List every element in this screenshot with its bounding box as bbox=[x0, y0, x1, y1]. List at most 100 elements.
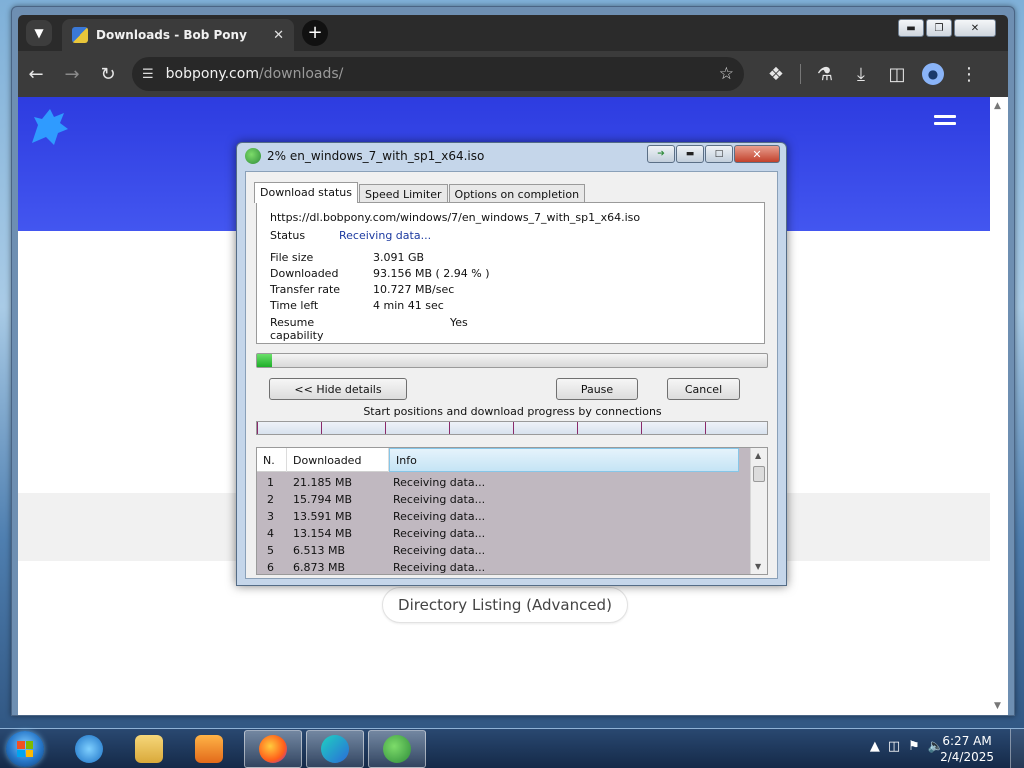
dialog-tabs: Download status Speed Limiter Options on… bbox=[254, 182, 586, 203]
menu-button[interactable]: ⋮ bbox=[951, 56, 987, 92]
list-scrollbar[interactable]: ▲ ▼ bbox=[750, 448, 767, 574]
page-scrollbar[interactable]: ▲ ▼ bbox=[990, 97, 1008, 715]
clock[interactable]: 6:27 AM 2/4/2025 bbox=[940, 733, 994, 765]
show-hidden-icons-icon[interactable]: ▲ bbox=[870, 739, 880, 754]
bookmark-star-icon[interactable]: ☆ bbox=[719, 64, 734, 84]
list-item[interactable]: 5 6.513 MB Receiving data... bbox=[257, 542, 751, 559]
forward-button[interactable]: → bbox=[54, 56, 90, 92]
download-progress-dialog: 2% en_windows_7_with_sp1_x64.iso ➔ ▬ □ ✕… bbox=[236, 142, 787, 586]
close-window-button[interactable]: ✕ bbox=[954, 19, 996, 37]
taskbar-idm[interactable] bbox=[368, 730, 426, 768]
action-center-flag-icon[interactable]: ⚑ bbox=[908, 739, 920, 754]
tab-speed-limiter[interactable]: Speed Limiter bbox=[358, 184, 448, 203]
scroll-up-icon[interactable]: ▲ bbox=[994, 101, 1001, 111]
clock-time: 6:27 AM bbox=[942, 734, 992, 748]
dialog-body: Download status Speed Limiter Options on… bbox=[245, 171, 778, 579]
side-panel-button[interactable]: ◫ bbox=[879, 56, 915, 92]
close-icon: ✕ bbox=[970, 22, 980, 34]
arrow-right-icon: ➔ bbox=[657, 149, 665, 159]
taskbar-browser[interactable] bbox=[306, 730, 364, 768]
list-item[interactable]: 6 6.873 MB Receiving data... bbox=[257, 559, 751, 576]
extensions-button[interactable]: ❖ bbox=[758, 56, 794, 92]
tab-downloads[interactable]: Downloads - Bob Pony ✕ bbox=[62, 19, 294, 51]
list-cell-info: Receiving data... bbox=[393, 493, 486, 506]
column-header-n[interactable]: N. bbox=[257, 448, 287, 472]
dialog-minimize-button[interactable]: ▬ bbox=[676, 145, 704, 163]
new-tab-button[interactable]: + bbox=[302, 20, 328, 46]
scroll-thumb[interactable] bbox=[753, 466, 765, 482]
scroll-down-icon[interactable]: ▼ bbox=[755, 562, 761, 571]
dialog-close-button[interactable]: ✕ bbox=[734, 145, 780, 163]
dialog-maximize-button[interactable]: □ bbox=[705, 145, 733, 163]
taskbar: ▲ ◫ ⚑ 🔈 6:27 AM 2/4/2025 bbox=[0, 728, 1024, 768]
minimize-icon: ▬ bbox=[685, 149, 695, 159]
to-tray-button[interactable]: ➔ bbox=[647, 145, 675, 163]
scroll-down-icon[interactable]: ▼ bbox=[994, 701, 1001, 711]
profile-button[interactable]: ● bbox=[915, 56, 951, 92]
time-left-value: 4 min 41 sec bbox=[373, 299, 444, 312]
taskbar-media-player[interactable] bbox=[180, 730, 238, 768]
list-cell-n: 6 bbox=[267, 561, 274, 574]
list-cell-downloaded: 6.873 MB bbox=[293, 561, 346, 574]
hamburger-menu-icon[interactable] bbox=[934, 115, 956, 129]
connection-marker bbox=[321, 422, 322, 434]
clock-date: 2/4/2025 bbox=[940, 750, 994, 764]
start-button[interactable] bbox=[6, 731, 44, 767]
minimize-button[interactable]: ▬ bbox=[898, 19, 924, 37]
address-bar[interactable]: ☰ bobpony.com/downloads/ ☆ bbox=[132, 57, 744, 91]
column-header-downloaded[interactable]: Downloaded bbox=[287, 448, 389, 472]
column-header-info[interactable]: Info bbox=[389, 448, 739, 472]
connection-marker bbox=[385, 422, 386, 434]
tab-download-status[interactable]: Download status bbox=[254, 182, 358, 203]
download-status-panel: https://dl.bobpony.com/windows/7/en_wind… bbox=[256, 202, 765, 344]
download-icon: ⤓ bbox=[857, 63, 865, 85]
dialog-titlebar[interactable]: 2% en_windows_7_with_sp1_x64.iso ➔ ▬ □ ✕ bbox=[237, 143, 786, 169]
reload-icon: ↻ bbox=[100, 63, 116, 85]
puzzle-icon: ❖ bbox=[767, 63, 785, 85]
maximize-button[interactable]: ❐ bbox=[926, 19, 952, 37]
pause-button[interactable]: Pause bbox=[556, 378, 638, 400]
list-item[interactable]: 1 21.185 MB Receiving data... bbox=[257, 474, 751, 491]
close-icon[interactable]: ✕ bbox=[273, 28, 284, 43]
url-host: bobpony.com bbox=[165, 66, 259, 82]
scroll-up-icon[interactable]: ▲ bbox=[755, 451, 761, 460]
connections-label: Start positions and download progress by… bbox=[363, 405, 662, 418]
taskbar-firefox[interactable] bbox=[244, 730, 302, 768]
cancel-button[interactable]: Cancel bbox=[667, 378, 740, 400]
directory-listing-button[interactable]: Directory Listing (Advanced) bbox=[382, 587, 628, 623]
arrow-right-icon: → bbox=[64, 63, 80, 85]
taskbar-explorer[interactable] bbox=[120, 730, 178, 768]
labs-button[interactable]: ⚗ bbox=[807, 56, 843, 92]
url-text[interactable]: bobpony.com/downloads/ bbox=[166, 66, 719, 82]
file-size-value: 3.091 GB bbox=[373, 251, 425, 264]
list-cell-downloaded: 21.185 MB bbox=[293, 476, 353, 489]
bob-pony-logo-icon[interactable] bbox=[24, 103, 72, 151]
connection-marker bbox=[449, 422, 450, 434]
folder-icon bbox=[135, 735, 163, 763]
hide-details-button[interactable]: << Hide details bbox=[269, 378, 407, 400]
system-tray: ▲ ◫ ⚑ 🔈 bbox=[870, 739, 944, 754]
show-desktop-button[interactable] bbox=[1010, 729, 1024, 768]
downloads-button[interactable]: ⤓ bbox=[843, 56, 879, 92]
list-item[interactable]: 2 15.794 MB Receiving data... bbox=[257, 491, 751, 508]
site-info-icon[interactable]: ☰ bbox=[142, 67, 154, 82]
reload-button[interactable]: ↻ bbox=[90, 56, 126, 92]
toolbar-actions: ❖ ⚗ ⤓ ◫ ● ⋮ bbox=[758, 56, 987, 92]
chevron-down-icon: ▼ bbox=[34, 26, 44, 40]
downloaded-value: 93.156 MB ( 2.94 % ) bbox=[373, 267, 490, 280]
download-url: https://dl.bobpony.com/windows/7/en_wind… bbox=[270, 211, 641, 224]
list-item[interactable]: 4 13.154 MB Receiving data... bbox=[257, 525, 751, 542]
window-controls: ▬ ❐ ✕ bbox=[898, 19, 996, 37]
avatar-icon: ● bbox=[922, 63, 944, 85]
back-button[interactable]: ← bbox=[18, 56, 54, 92]
browser-app-icon bbox=[321, 735, 349, 763]
connection-marker bbox=[257, 422, 258, 434]
list-item[interactable]: 3 13.591 MB Receiving data... bbox=[257, 508, 751, 525]
list-cell-info: Receiving data... bbox=[393, 527, 486, 540]
taskbar-internet-explorer[interactable] bbox=[60, 730, 118, 768]
list-cell-n: 3 bbox=[267, 510, 274, 523]
network-icon[interactable]: ◫ bbox=[888, 739, 900, 754]
minimize-icon: ▬ bbox=[906, 22, 916, 34]
tab-search-button[interactable]: ▼ bbox=[26, 20, 52, 46]
tab-options-on-completion[interactable]: Options on completion bbox=[448, 184, 586, 203]
